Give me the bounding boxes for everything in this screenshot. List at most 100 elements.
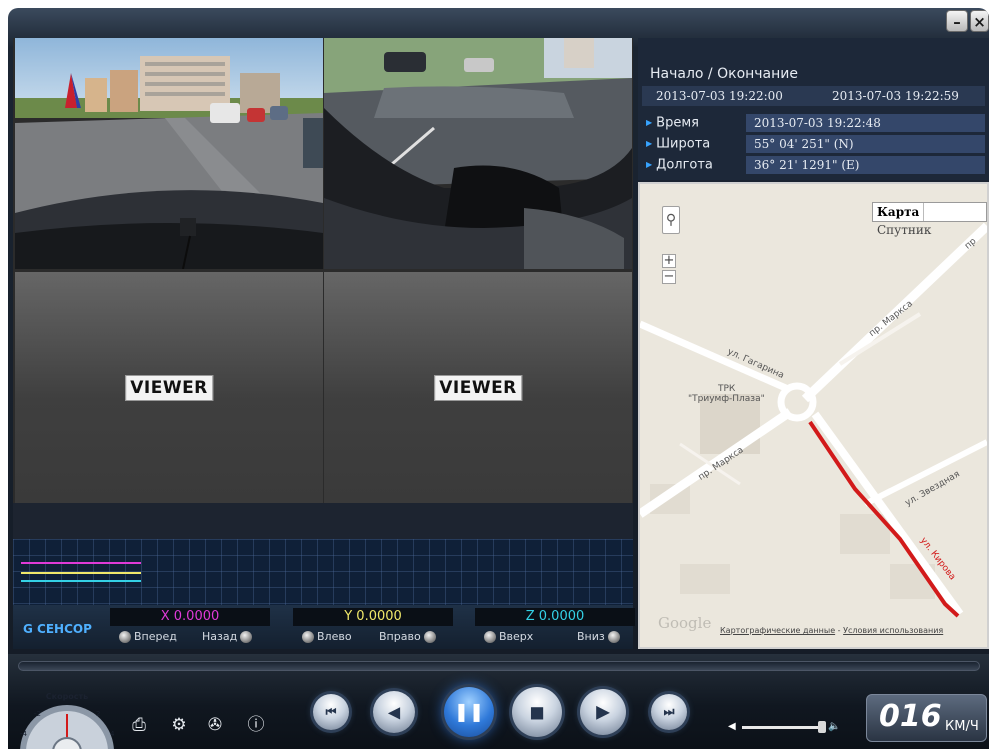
bullet-icon: ▶ (646, 118, 653, 127)
zoom-out-button[interactable]: − (662, 270, 676, 284)
radio-dot-icon (484, 631, 496, 643)
up-label: Вверх (499, 630, 534, 643)
range-title: Начало / Окончание (650, 66, 798, 82)
pegman-icon[interactable]: ⚲ (662, 206, 680, 234)
gsensor-x-value: X 0.0000 (110, 608, 270, 626)
radio-dot-icon (119, 631, 131, 643)
map-label-poi: ТРК (718, 384, 736, 394)
gsensor-label: G СЕНСОР (23, 622, 92, 636)
close-button[interactable]: × (970, 10, 989, 32)
rewind-button[interactable]: ◀ (373, 691, 415, 733)
map-attribution: Картографические данные - Условия исполь… (720, 626, 943, 635)
control-bar: Скорость -4 -2 2 4 ⎙ ⚙ ✇ ⓘ ⏮ ◀ ❚❚ ■ ▶ ⏭ … (8, 654, 989, 749)
empty-strip (13, 503, 633, 539)
map-label-poi: "Триумф-Плаза" (688, 394, 765, 404)
forward-toggle[interactable]: Вперед (116, 628, 177, 646)
gsensor-bar: G СЕНСОР X 0.0000 Вперед Назад Y 0.0000 … (13, 605, 635, 649)
google-logo: Google (658, 614, 712, 632)
app-root: – × VIEWER VIEWER G СЕНСОР X 0.0000 Впер… (0, 0, 989, 749)
stop-button[interactable]: ■ (512, 687, 562, 737)
gsensor-y-value: Y 0.0000 (293, 608, 453, 626)
viewer-slot-4[interactable]: VIEWER (324, 272, 632, 503)
gauge-tick: 2 (96, 710, 100, 718)
left-label: Влево (317, 630, 352, 643)
map-canvas (640, 184, 987, 647)
right-label: Вправо (379, 630, 421, 643)
gsensor-axis-z: Z 0.0000 Вверх Вниз (475, 605, 635, 649)
time-value: 2013-07-03 19:22:48 (746, 114, 985, 132)
info-row-time: ▶ Время 2013-07-03 19:22:48 (642, 113, 985, 133)
latitude-value: 55° 04' 251" (N) (746, 135, 985, 153)
next-file-button[interactable]: ⏭ (651, 694, 687, 730)
info-icon[interactable]: ⓘ (245, 714, 267, 736)
bullet-icon: ▶ (646, 160, 653, 169)
camera-view-front[interactable] (15, 38, 323, 269)
right-toggle[interactable]: Вправо (379, 628, 439, 646)
down-label: Вниз (577, 630, 605, 643)
previous-file-button[interactable]: ⏮ (313, 694, 349, 730)
play-icon: ▶ (596, 701, 610, 723)
volume-slider[interactable] (742, 726, 820, 729)
film-icon[interactable]: ✇ (204, 714, 226, 736)
player-window: – × VIEWER VIEWER G СЕНСОР X 0.0000 Впер… (8, 8, 989, 749)
attribution-separator: - (835, 626, 844, 635)
latitude-key: Широта (656, 136, 711, 152)
gsensor-x-buttons: Вперед Назад (110, 628, 270, 646)
map-view[interactable]: КартаСпутник ⚲ + − пр. Маркса ул. Гагари… (638, 182, 989, 649)
backward-label: Назад (202, 630, 238, 643)
video-grid: VIEWER VIEWER (13, 38, 633, 503)
map-terms-link[interactable]: Условия использования (843, 626, 943, 635)
map-type-satellite[interactable]: Спутник (873, 221, 935, 239)
print-icon[interactable]: ⎙ (128, 714, 150, 736)
skip-previous-icon: ⏮ (325, 704, 337, 719)
info-row-latitude: ▶ Широта 55° 04' 251" (N) (642, 134, 985, 154)
gauge-tick: 4 (110, 730, 115, 738)
zoom-in-button[interactable]: + (662, 254, 676, 268)
seek-bar[interactable] (18, 661, 980, 671)
minimize-button[interactable]: – (946, 10, 968, 32)
title-bar: – × (8, 8, 989, 38)
radio-dot-icon (423, 631, 436, 643)
gsensor-trace-y (21, 572, 141, 574)
bullet-icon: ▶ (646, 139, 653, 148)
settings-icon[interactable]: ⚙ (168, 714, 190, 736)
gsensor-axis-x: X 0.0000 Вперед Назад (110, 605, 270, 649)
info-row-longitude: ▶ Долгота 36° 21' 1291" (E) (642, 155, 985, 175)
volume-knob[interactable] (818, 721, 826, 733)
radio-dot-icon (607, 631, 620, 643)
gps-info-panel: Начало / Окончание 2013-07-03 19:22:00 2… (638, 38, 989, 180)
playback-speed-dial[interactable]: Скорость -4 -2 2 4 (12, 682, 122, 749)
info-key: ▶ Время (642, 113, 752, 133)
radio-dot-icon (302, 631, 314, 643)
gauge-tick: -4 (20, 730, 28, 738)
map-type-map[interactable]: Карта (873, 203, 925, 221)
pause-icon: ❚❚ (453, 701, 485, 723)
camera-view-rear[interactable] (324, 38, 632, 269)
gsensor-axis-y: Y 0.0000 Влево Вправо (293, 605, 453, 649)
gauge-label: Скорость (46, 692, 88, 701)
volume-control: ◀ 🔈 (728, 720, 848, 734)
up-toggle[interactable]: Вверх (481, 628, 533, 646)
gauge-tick: -2 (34, 710, 41, 718)
forward-label: Вперед (134, 630, 177, 643)
gsensor-trace-z (21, 580, 141, 582)
viewer-label: VIEWER (434, 374, 522, 401)
speaker-icon[interactable]: 🔈 (828, 720, 840, 734)
backward-toggle[interactable]: Назад (202, 628, 255, 646)
gsensor-z-buttons: Вверх Вниз (475, 628, 635, 646)
gsensor-trace-x (21, 562, 141, 564)
left-toggle[interactable]: Влево (299, 628, 352, 646)
longitude-key: Долгота (656, 157, 713, 173)
info-key: ▶ Долгота (642, 155, 752, 175)
rewind-icon: ◀ (387, 702, 401, 722)
down-toggle[interactable]: Вниз (577, 628, 623, 646)
map-data-link[interactable]: Картографические данные (720, 626, 835, 635)
viewer-slot-3[interactable]: VIEWER (15, 272, 323, 503)
pause-button[interactable]: ❚❚ (444, 687, 494, 737)
skip-next-icon: ⏭ (663, 704, 675, 719)
time-key: Время (656, 115, 699, 131)
viewer-label: VIEWER (125, 374, 213, 401)
play-button[interactable]: ▶ (580, 689, 626, 735)
info-key: ▶ Широта (642, 134, 752, 154)
radio-dot-icon (240, 631, 253, 643)
